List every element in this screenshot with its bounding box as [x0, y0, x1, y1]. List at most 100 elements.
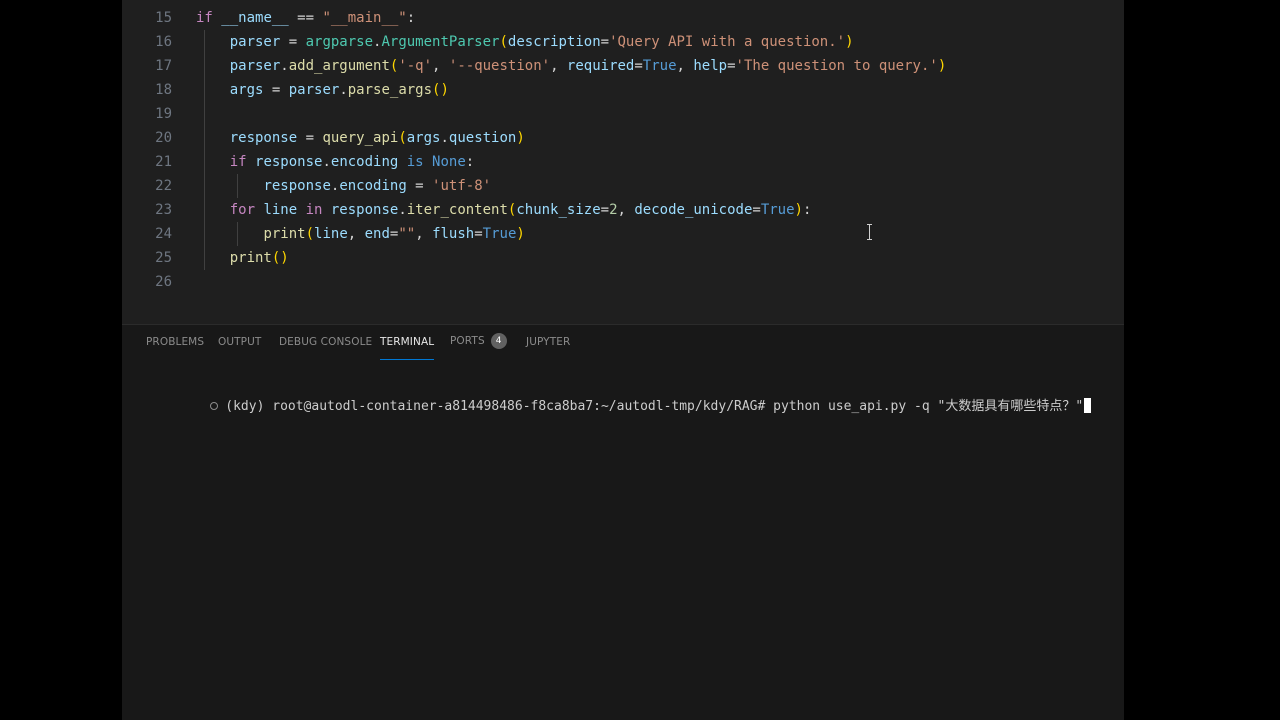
code-token: :: [802, 202, 812, 218]
code-token: None: [432, 154, 466, 170]
code-token: =: [752, 202, 761, 218]
code-token: ): [845, 34, 854, 50]
code-token: (): [432, 82, 449, 98]
line-number: 22: [155, 178, 172, 194]
indent-guide: [204, 30, 205, 270]
code-token: args: [229, 82, 264, 98]
code-token: 'Query API with a question.': [609, 34, 846, 50]
code-token: if: [229, 154, 256, 170]
code-text: for line in response.iter_content(chunk_…: [196, 198, 812, 222]
code-token: response: [330, 202, 399, 218]
code-line[interactable]: 22 response.encoding = 'utf-8': [122, 174, 1124, 198]
code-token: add_argument: [288, 58, 390, 74]
code-token: ): [516, 130, 525, 146]
code-token: line: [263, 202, 298, 218]
code-token: response: [255, 154, 323, 170]
line-number: 25: [155, 250, 172, 266]
command-status-circle-icon[interactable]: [210, 401, 219, 410]
code-text: if response.encoding is None:: [196, 150, 474, 174]
code-token: (): [271, 250, 289, 266]
code-token: ,: [676, 58, 694, 74]
line-number: 15: [155, 10, 172, 26]
code-token: in: [297, 202, 331, 218]
code-token: =: [634, 58, 643, 74]
code-token: .: [398, 202, 407, 218]
code-token: ,: [415, 226, 433, 242]
terminal-command-line: (kdy) root@autodl-container-a814498486-f…: [132, 377, 1092, 414]
tab-output[interactable]: OUTPUT: [218, 336, 261, 360]
code-token: =: [474, 226, 483, 242]
code-token: if: [196, 10, 222, 26]
code-text: response.encoding = 'utf-8': [196, 174, 491, 198]
code-token: :: [465, 154, 475, 170]
tab-problems[interactable]: PROBLEMS: [146, 336, 204, 360]
tab-label: JUPYTER: [526, 336, 571, 348]
line-number: 26: [155, 274, 172, 290]
code-line[interactable]: 16 parser = argparse.ArgumentParser(desc…: [122, 30, 1124, 54]
code-token: print: [263, 226, 306, 242]
terminal-command: python use_api.py -q "大数据具有哪些特点？": [765, 399, 1084, 414]
code-token: 2: [609, 202, 618, 218]
line-number: 24: [155, 226, 172, 242]
code-token: 'utf-8': [432, 178, 492, 194]
code-line[interactable]: 23 for line in response.iter_content(chu…: [122, 198, 1124, 222]
code-token: is: [398, 154, 433, 170]
code-token: ,: [432, 58, 449, 74]
code-token: True: [760, 202, 795, 218]
code-token: "__main__": [322, 10, 407, 26]
code-text: print(): [196, 246, 289, 270]
code-token: .: [280, 58, 289, 74]
tab-label: OUTPUT: [218, 336, 262, 348]
code-text: print(line, end="", flush=True): [196, 222, 525, 246]
code-editor[interactable]: 26 25 print() 24 print(line, end="", flush…: [122, 0, 1124, 324]
code-token: line: [314, 226, 348, 242]
code-token: ): [937, 58, 947, 74]
code-token: =: [727, 58, 736, 74]
code-line[interactable]: 24 print(line, end="", flush=True): [122, 222, 1124, 246]
tab-debug-console[interactable]: DEBUG CONSOLE: [279, 336, 372, 360]
code-token: flush: [432, 226, 475, 242]
tab-label: PROBLEMS: [146, 336, 205, 348]
tab-ports[interactable]: PORTS 4: [450, 333, 507, 358]
line-number: 18: [155, 82, 172, 98]
code-token: .: [440, 130, 449, 146]
code-token: ,: [347, 226, 365, 242]
code-line[interactable]: 19: [122, 102, 1124, 126]
line-number: 17: [155, 58, 172, 74]
code-token: print: [229, 250, 272, 266]
code-line[interactable]: 26: [122, 270, 1124, 294]
tab-terminal[interactable]: TERMINAL: [380, 336, 435, 360]
code-token: response: [263, 178, 331, 194]
tab-label: PORTS: [450, 335, 485, 347]
terminal-view[interactable]: (kdy) root@autodl-container-a814498486-f…: [122, 373, 1124, 713]
code-token: =: [263, 82, 289, 98]
code-token: response: [229, 130, 298, 146]
code-token: help: [693, 58, 728, 74]
code-token: '-q': [398, 58, 433, 74]
code-token: ): [516, 226, 525, 242]
code-line[interactable]: 15 if __name__ == "__main__":: [122, 6, 1124, 30]
code-token: =: [600, 34, 610, 50]
code-token: ): [794, 202, 803, 218]
code-line[interactable]: 25 print(): [122, 246, 1124, 270]
code-line[interactable]: 17 parser.add_argument('-q', '--question…: [122, 54, 1124, 78]
code-token: =: [600, 202, 610, 218]
code-token: .: [322, 154, 331, 170]
code-text: response = query_api(args.question): [196, 126, 525, 150]
code-token: =: [280, 34, 306, 50]
code-token: True: [642, 58, 677, 74]
code-line[interactable]: 20 response = query_api(args.question): [122, 126, 1124, 150]
tab-jupyter[interactable]: JUPYTER: [526, 336, 570, 360]
terminal-cursor: [1084, 398, 1092, 413]
code-line[interactable]: 18 args = parser.parse_args(): [122, 78, 1124, 102]
code-token: =: [297, 130, 323, 146]
code-token: ,: [550, 58, 567, 74]
bottom-panel: PROBLEMS OUTPUT DEBUG CONSOLE TERMINAL P…: [122, 324, 1124, 720]
code-token: required: [566, 58, 635, 74]
code-line[interactable]: 21 if response.encoding is None:: [122, 150, 1124, 174]
indent-guide: [237, 222, 238, 246]
